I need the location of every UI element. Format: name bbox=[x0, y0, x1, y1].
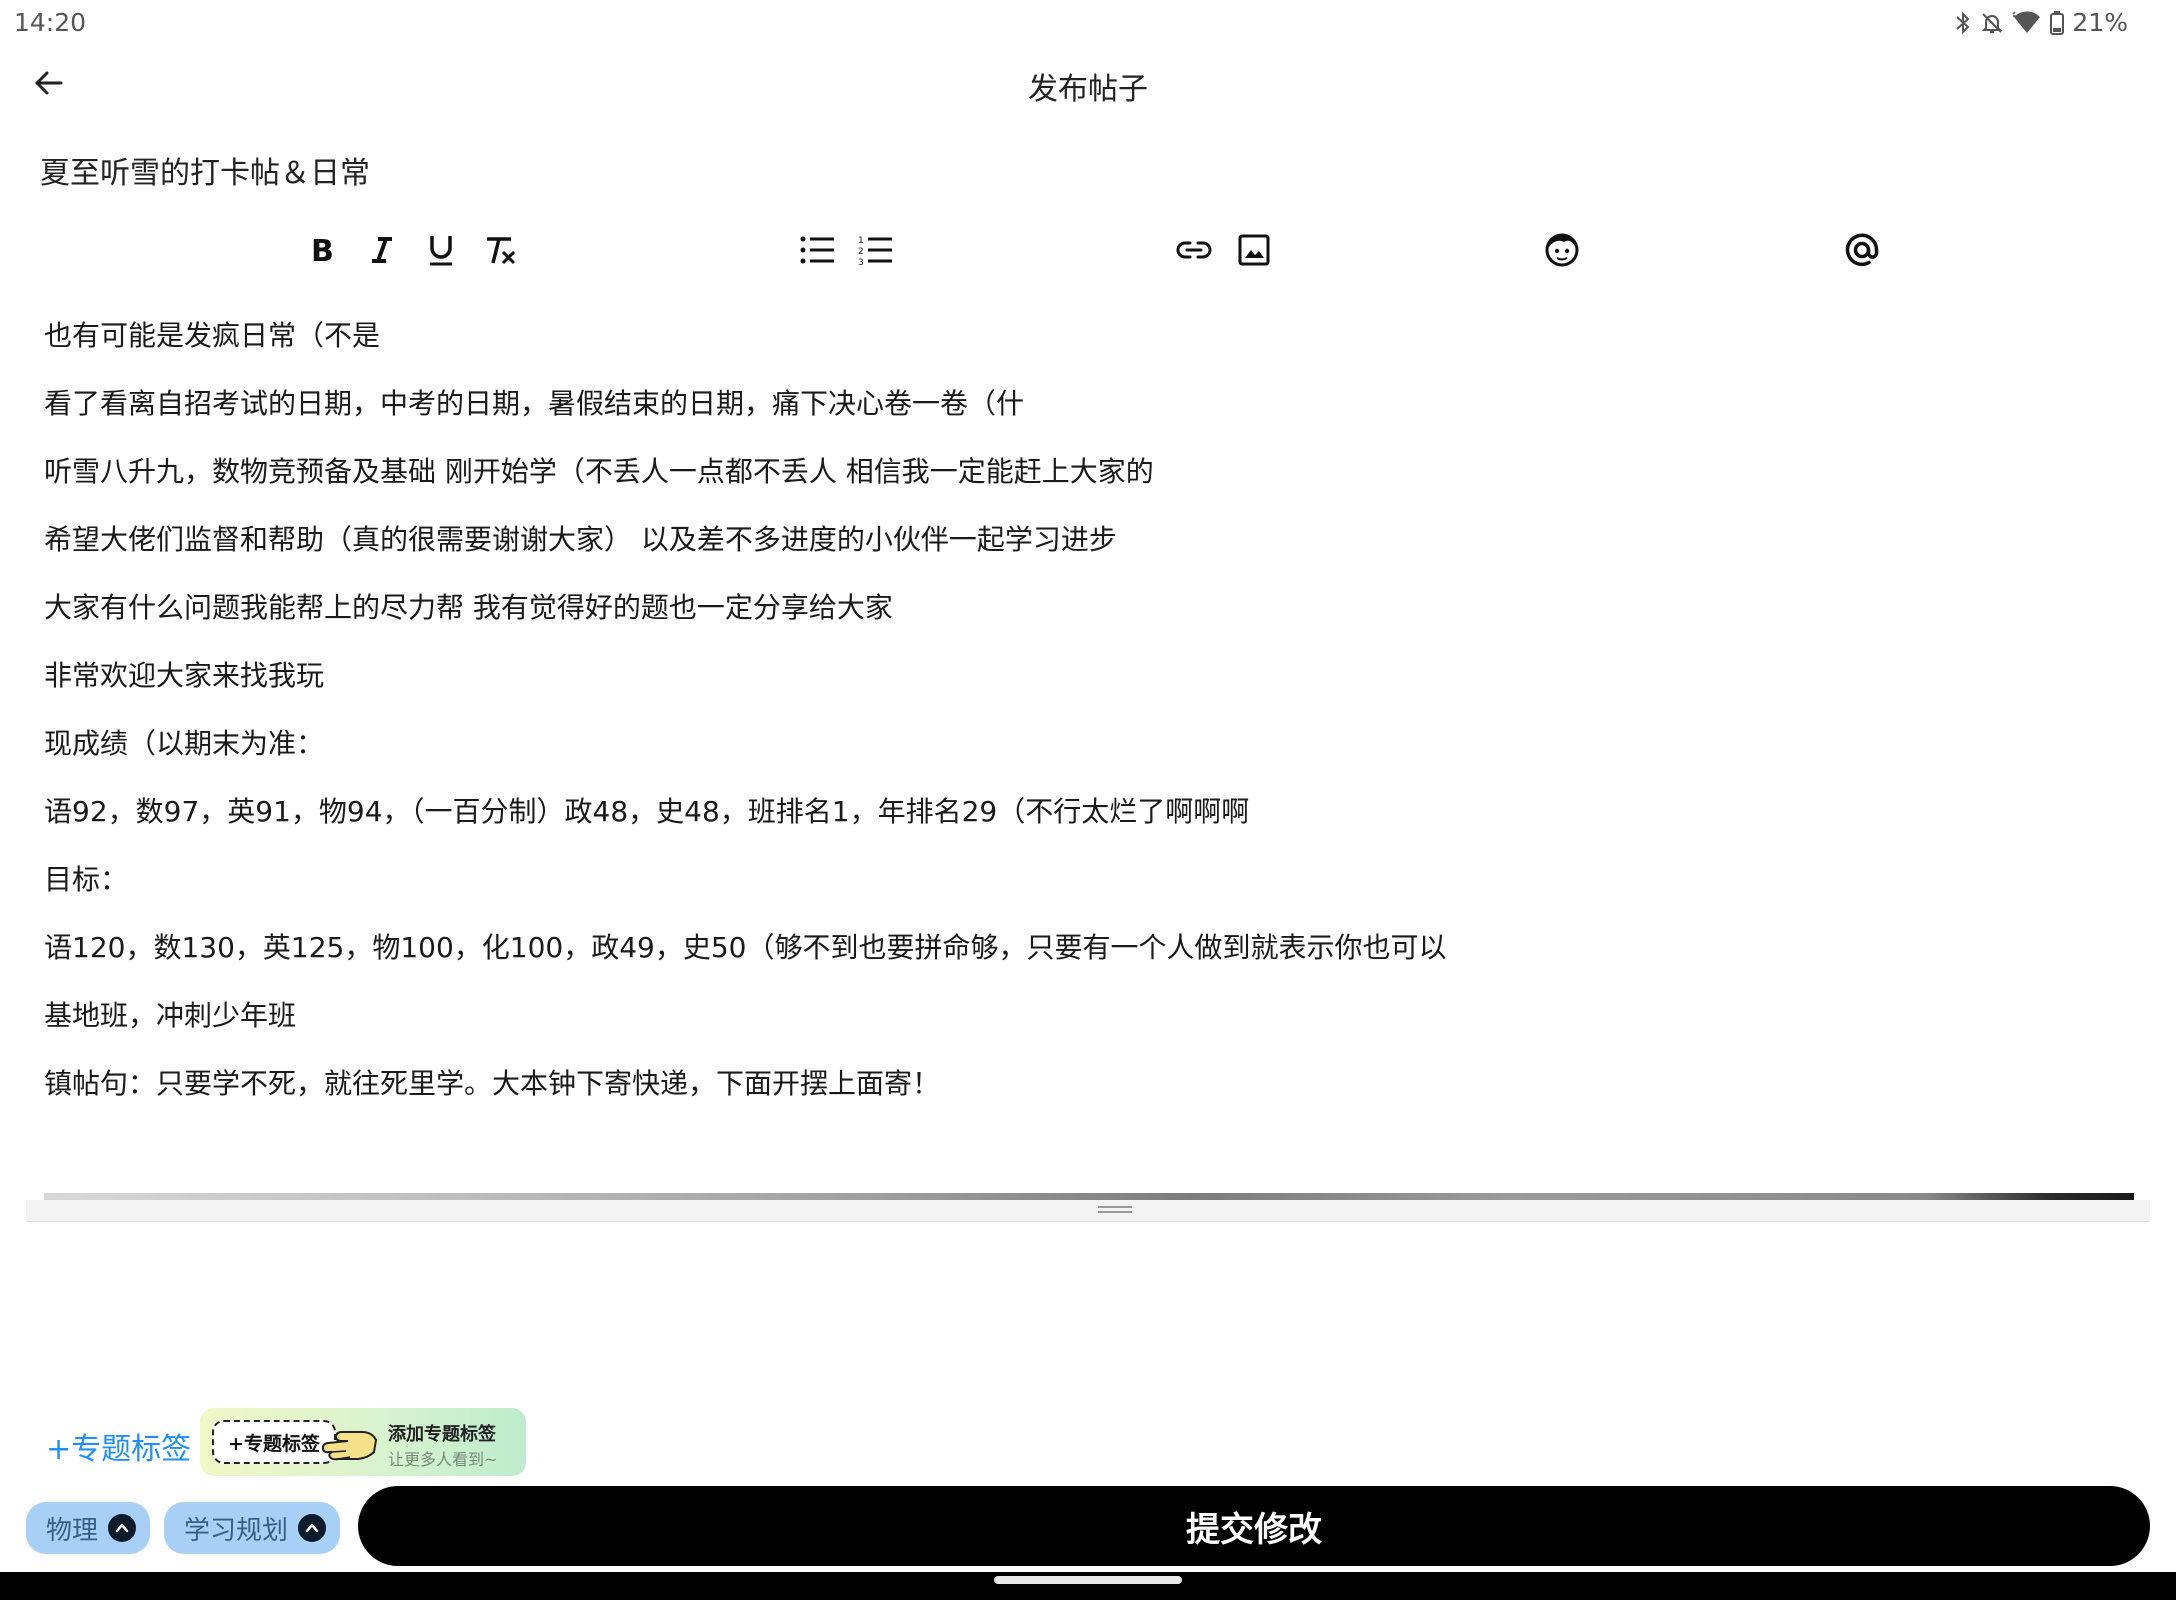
post-title-input[interactable]: 夏至听雪的打卡帖＆日常 bbox=[40, 148, 370, 192]
underline-icon bbox=[426, 233, 456, 267]
underline-button[interactable] bbox=[419, 228, 463, 272]
chevron-up-icon[interactable] bbox=[108, 1514, 137, 1542]
mention-button[interactable] bbox=[1840, 228, 1884, 272]
chip-label: 学习规划 bbox=[184, 1515, 289, 1546]
format-toolbar: B 123 bbox=[0, 222, 2176, 278]
bold-icon: B bbox=[308, 234, 336, 266]
pointing-hand-icon bbox=[318, 1426, 378, 1466]
system-nav-bar bbox=[0, 1572, 2176, 1600]
header: 发布帖子 bbox=[0, 44, 2176, 124]
body-line: 语120，数130，英125，物100，化100，政49，史50（够不到也要拼命… bbox=[44, 931, 1447, 964]
body-line: 基地班，冲刺少年班 bbox=[44, 999, 297, 1032]
tag-chip-physics[interactable]: 物理 bbox=[26, 1502, 151, 1554]
battery-percent: 21% bbox=[2072, 8, 2128, 37]
status-bar: 14:20 21% bbox=[0, 0, 2176, 44]
notifications-off-icon bbox=[1980, 11, 2004, 35]
bold-button[interactable]: B bbox=[300, 228, 344, 272]
editor-resize-bar bbox=[26, 1200, 2150, 1222]
body-line: 镇帖句：只要学不死，就往死里学。大本钟下寄快递，下面开摆上面寄！ bbox=[44, 1067, 941, 1100]
page-title: 发布帖子 bbox=[1028, 72, 1148, 107]
body-line: 非常欢迎大家来找我玩 bbox=[44, 659, 325, 692]
topic-tag-promo-banner[interactable]: +专题标签 添加专题标签 让更多人看到~ bbox=[200, 1408, 526, 1476]
body-line: 看了看离自招考试的日期，中考的日期，暑假结束的日期，痛下决心卷一卷（什 bbox=[44, 387, 1025, 420]
body-line: 大家有什么问题我能帮上的尽力帮 我有觉得好的题也一定分享给大家 bbox=[44, 591, 893, 624]
add-topic-tag-button[interactable]: +专题标签 bbox=[46, 1424, 191, 1468]
bullet-list-icon bbox=[800, 235, 836, 265]
link-button[interactable] bbox=[1172, 228, 1216, 272]
svg-text:1: 1 bbox=[858, 236, 864, 246]
home-gesture-handle[interactable] bbox=[994, 1576, 1182, 1584]
post-body-editor[interactable]: 也有可能是发疯日常（不是 看了看离自招考试的日期，中考的日期，暑假结束的日期，痛… bbox=[44, 318, 2104, 1134]
body-line: 也有可能是发疯日常（不是 bbox=[44, 319, 381, 352]
status-icons: 21% bbox=[1954, 8, 2128, 37]
body-line: 希望大佬们监督和帮助（真的很需要谢谢大家） 以及差不多进度的小伙伴一起学习进步 bbox=[44, 523, 1117, 556]
image-icon bbox=[1238, 234, 1270, 266]
clear-format-icon bbox=[483, 234, 517, 266]
topic-banner-title: 添加专题标签 bbox=[388, 1424, 496, 1445]
italic-button[interactable] bbox=[360, 228, 404, 272]
topic-banner-subtitle: 让更多人看到~ bbox=[388, 1450, 498, 1469]
svg-text:2: 2 bbox=[858, 247, 864, 257]
tag-chip-study-plan[interactable]: 学习规划 bbox=[164, 1502, 341, 1554]
link-icon bbox=[1175, 238, 1213, 262]
wifi-icon bbox=[2012, 10, 2042, 35]
numbered-list-button[interactable]: 123 bbox=[854, 228, 898, 272]
emoji-button[interactable] bbox=[1540, 228, 1584, 272]
emoji-icon bbox=[1544, 232, 1580, 268]
body-line: 目标： bbox=[44, 863, 129, 896]
clear-format-button[interactable] bbox=[478, 228, 522, 272]
battery-icon bbox=[2050, 10, 2065, 35]
bluetooth-icon bbox=[1954, 11, 1972, 35]
italic-icon bbox=[368, 234, 396, 266]
mention-icon bbox=[1843, 231, 1881, 269]
submit-changes-button[interactable]: 提交修改 bbox=[358, 1486, 2150, 1566]
numbered-list-icon: 123 bbox=[858, 234, 894, 266]
chip-label: 物理 bbox=[46, 1515, 99, 1546]
embedded-image[interactable] bbox=[44, 1193, 2134, 1200]
svg-text:3: 3 bbox=[858, 258, 864, 266]
svg-text:B: B bbox=[311, 234, 334, 266]
resize-handle[interactable] bbox=[1098, 1206, 1132, 1216]
bullet-list-button[interactable] bbox=[796, 228, 840, 272]
chevron-up-icon[interactable] bbox=[298, 1514, 327, 1542]
status-time: 14:20 bbox=[14, 8, 87, 37]
body-line: 听雪八升九，数物竞预备及基础 刚开始学（不丢人一点都不丢人 相信我一定能赶上大家… bbox=[44, 455, 1154, 488]
body-line: 语92，数97，英91，物94，（一百分制）政48，史48，班排名1，年排名29… bbox=[44, 795, 1250, 828]
body-line: 现成绩（以期末为准： bbox=[44, 727, 325, 760]
image-button[interactable] bbox=[1232, 228, 1276, 272]
